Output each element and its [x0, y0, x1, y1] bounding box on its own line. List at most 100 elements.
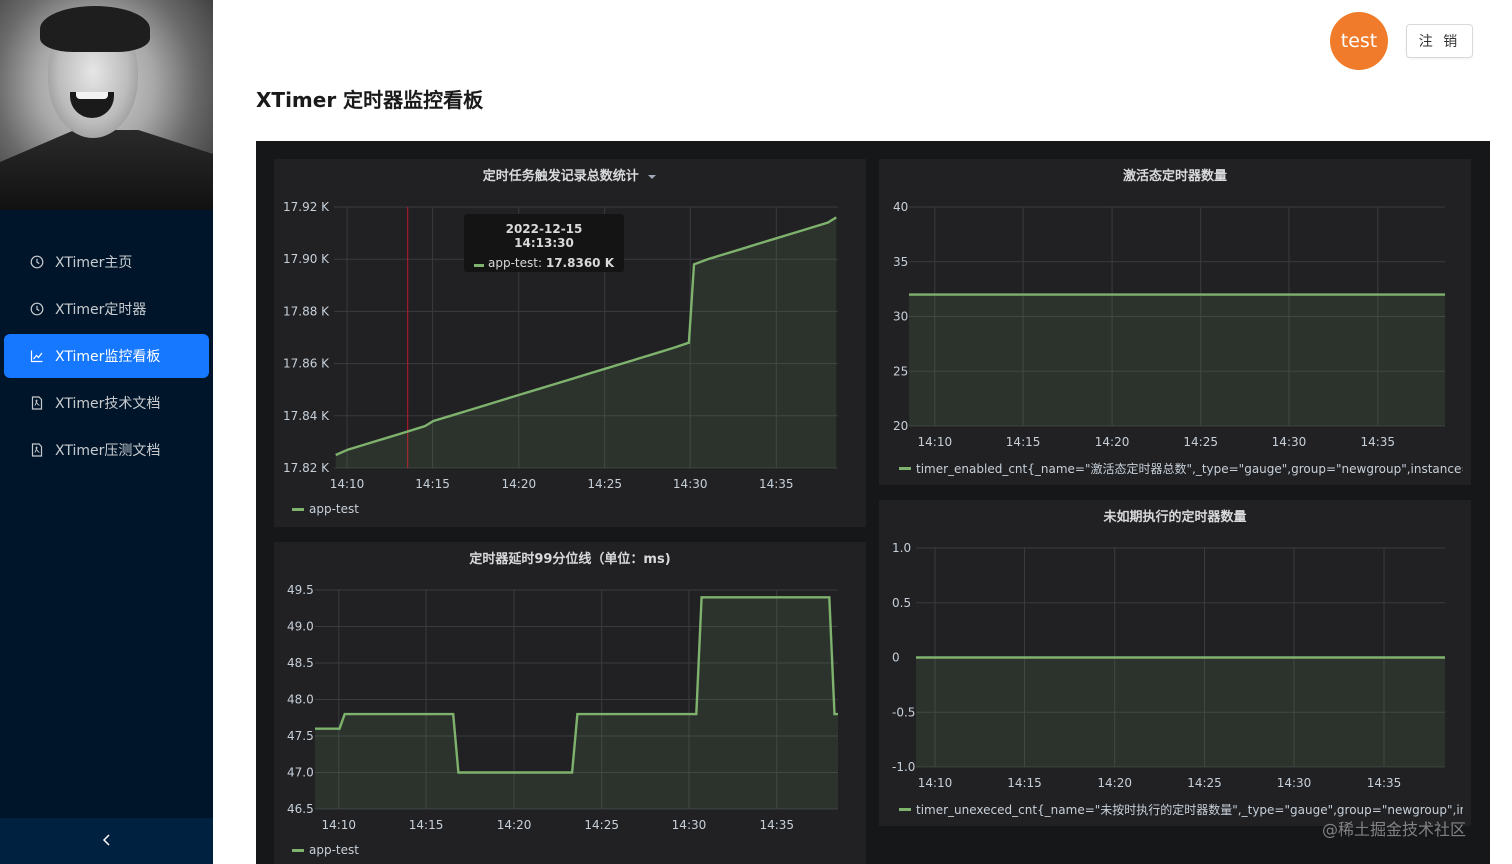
y-tick-label: -1.0	[892, 760, 915, 774]
tooltip-time: 2022-12-15 14:13:30	[505, 222, 583, 250]
sidebar-item-load-test-docs[interactable]: XTimer压测文档	[4, 428, 209, 472]
y-tick-label: 17.82 K	[283, 461, 330, 475]
x-tick-label: 14:25	[587, 477, 622, 491]
x-tick-label: 14:35	[759, 818, 794, 832]
y-tick-label: 0.5	[892, 596, 911, 610]
legend-label: app-test	[309, 843, 359, 857]
sidebar-item-home[interactable]: XTimer主页	[4, 240, 209, 284]
x-tick-label: 14:15	[1007, 776, 1042, 790]
x-tick-label: 14:10	[321, 818, 356, 832]
y-tick-label: 1.0	[892, 541, 911, 555]
y-tick-label: 35	[893, 255, 908, 269]
y-tick-label: 20	[893, 419, 908, 433]
chevron-left-icon	[101, 832, 113, 851]
chart-enabled-timers[interactable]: 20 25 30 35 40 14:10 14:15 14:20 14:25 14:30 14:35	[879, 159, 1471, 485]
x-tick-label: 14:25	[1183, 435, 1218, 449]
x-tick-label: 14:30	[673, 477, 708, 491]
x-tick-label: 14:15	[1006, 435, 1041, 449]
x-tick-label: 14:30	[672, 818, 707, 832]
chart-legend-item[interactable]: app-test	[292, 843, 852, 857]
photo-hair	[40, 6, 150, 52]
x-tick-label: 14:20	[1097, 776, 1132, 790]
chart-delay-p99[interactable]: 46.5 47.0 47.5 48.0 48.5 49.0 49.5 14:10 14:15 14…	[274, 542, 866, 864]
y-tick-label: 25	[893, 364, 908, 378]
panel-unexecuted-timers[interactable]: 未如期执行的定时器数量 -1.0 -0.5 0 0.5 1.0 14:10 14:15 14:…	[879, 500, 1471, 826]
x-tick-label: 14:25	[1187, 776, 1222, 790]
y-tick-label: 47.5	[287, 729, 314, 743]
y-tick-label: 17.84 K	[283, 409, 330, 423]
sidebar-item-tech-docs[interactable]: XTimer技术文档	[4, 381, 209, 425]
tooltip-series: app-test:	[474, 256, 542, 270]
x-tick-label: 14:35	[1367, 776, 1402, 790]
x-tick-label: 14:30	[1272, 435, 1307, 449]
y-tick-label: 17.92 K	[283, 200, 330, 214]
watermark: @稀土掘金技术社区	[1321, 820, 1466, 839]
y-tick-label: 40	[893, 200, 908, 214]
y-tick-label: 17.86 K	[283, 357, 330, 371]
y-tick-label: 46.5	[287, 802, 314, 816]
tooltip-series-label: app-test:	[488, 256, 543, 270]
page-title: XTimer 定时器监控看板	[256, 88, 484, 112]
series-area	[909, 294, 1445, 426]
legend-swatch	[292, 848, 304, 852]
chart-unexecuted-timers[interactable]: -1.0 -0.5 0 0.5 1.0 14:10 14:15 14:20 14:25 14:30…	[879, 500, 1471, 826]
y-tick-label: 47.0	[287, 766, 314, 780]
x-tick-label: 14:20	[502, 477, 537, 491]
panel-delay-p99[interactable]: 定时器延时99分位线（单位：ms) 46.5 47.0 47.5 48.0 48.5 49…	[274, 542, 866, 864]
line-chart-icon	[30, 349, 44, 363]
profile-photo	[0, 0, 213, 210]
clock-icon	[30, 255, 44, 269]
legend-swatch	[899, 808, 911, 811]
x-tick-label: 14:15	[415, 477, 450, 491]
tooltip-value: 17.8360 K	[545, 256, 614, 270]
sidebar-item-label: XTimer定时器	[55, 302, 147, 318]
chart-tooltip: 2022-12-15 14:13:30 app-test: 17.8360 K	[464, 214, 624, 272]
sidebar-item-label: XTimer监控看板	[55, 349, 161, 365]
sidebar-item-label: XTimer主页	[55, 255, 133, 271]
panel-enabled-timers[interactable]: 激活态定时器数量 20 25 30 35 40 14:10 14:15 14:20 14:25 1…	[879, 159, 1471, 485]
sidebar-item-timers[interactable]: XTimer定时器	[4, 287, 209, 331]
grafana-dashboard: 定时任务触发记录总数统计 17.82 K 17.84 K 17.86 K 17.88 …	[256, 141, 1490, 864]
series-area	[916, 657, 1445, 767]
legend-label: app-test	[309, 502, 359, 516]
tooltip-row: app-test: 17.8360 K	[474, 256, 614, 270]
panel-trigger-count[interactable]: 定时任务触发记录总数统计 17.82 K 17.84 K 17.86 K 17.88 …	[274, 159, 866, 527]
x-tick-label: 14:35	[759, 477, 794, 491]
sidebar-item-label: XTimer压测文档	[55, 443, 161, 459]
file-pdf-icon	[30, 396, 44, 410]
x-tick-label: 14:20	[497, 818, 532, 832]
y-tick-label: -0.5	[892, 705, 915, 719]
chart-legend-item[interactable]: timer_enabled_cnt{_name="激活态定时器总数",_type…	[899, 460, 1463, 477]
sidebar-collapse-button[interactable]	[0, 818, 213, 864]
x-tick-label: 14:25	[584, 818, 619, 832]
y-tick-label: 48.0	[287, 693, 314, 707]
user-avatar[interactable]: test	[1330, 12, 1388, 70]
sidebar: XTimer主页 XTimer定时器 XTimer监控看板 XTimer技术文档…	[0, 0, 213, 864]
x-tick-label: 14:10	[918, 435, 953, 449]
photo-suit	[0, 130, 213, 210]
x-tick-label: 14:20	[1095, 435, 1130, 449]
y-tick-label: 0	[892, 651, 900, 665]
x-tick-label: 14:35	[1360, 435, 1395, 449]
sidebar-item-label: XTimer技术文档	[55, 396, 161, 412]
x-tick-label: 14:30	[1277, 776, 1312, 790]
x-tick-label: 14:10	[918, 776, 953, 790]
x-tick-label: 14:15	[409, 818, 444, 832]
y-tick-label: 30	[893, 310, 908, 324]
legend-swatch	[899, 467, 911, 470]
logout-button[interactable]: 注 销	[1406, 24, 1473, 58]
series-area	[315, 597, 838, 809]
sidebar-menu: XTimer主页 XTimer定时器 XTimer监控看板 XTimer技术文档…	[0, 240, 213, 475]
legend-label: timer_enabled_cnt{_name="激活态定时器总数",_type…	[916, 462, 1463, 476]
y-tick-label: 17.88 K	[283, 304, 330, 318]
y-tick-label: 48.5	[287, 656, 314, 670]
clock-icon	[30, 302, 44, 316]
sidebar-item-dashboard[interactable]: XTimer监控看板	[4, 334, 209, 378]
photo-teeth	[76, 92, 108, 99]
y-tick-label: 49.0	[287, 620, 314, 634]
y-tick-label: 17.90 K	[283, 252, 330, 266]
file-pdf-icon	[30, 443, 44, 457]
y-tick-label: 49.5	[287, 583, 314, 597]
chart-legend-item[interactable]: app-test	[292, 502, 852, 516]
x-tick-label: 14:10	[330, 477, 365, 491]
